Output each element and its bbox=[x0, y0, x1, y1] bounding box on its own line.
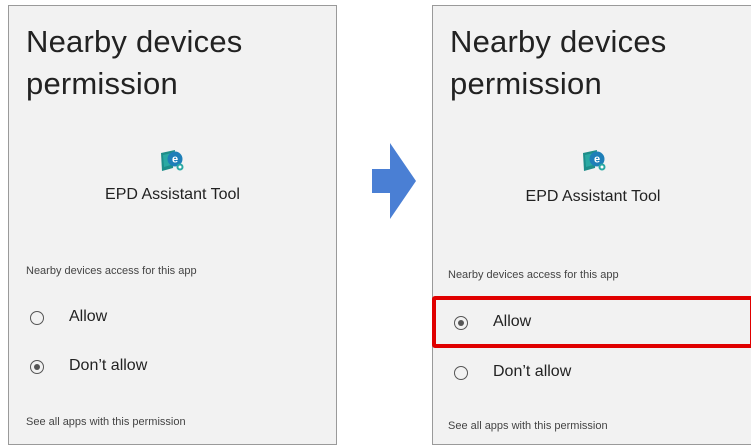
title-line-2: permission bbox=[450, 66, 602, 101]
app-name: EPD Assistant Tool bbox=[525, 188, 661, 205]
section-label: Nearby devices access for this app bbox=[448, 269, 619, 281]
title-line-1: Nearby devices bbox=[26, 24, 243, 59]
right-phone-screen: Nearby devices permission e EPD Assistan… bbox=[432, 5, 751, 445]
option-label-allow: Allow bbox=[69, 308, 108, 325]
see-all-apps-link[interactable]: See all apps with this permission bbox=[26, 416, 186, 428]
radio-button-allow[interactable] bbox=[30, 311, 44, 325]
app-name: EPD Assistant Tool bbox=[105, 186, 240, 203]
left-phone-screen: Nearby devices permission e EPD Assistan… bbox=[8, 5, 337, 445]
app-icon: e bbox=[159, 147, 185, 173]
option-label-dont-allow: Don’t allow bbox=[493, 363, 572, 380]
title-line-1: Nearby devices bbox=[450, 24, 667, 59]
title-line-2: permission bbox=[26, 66, 178, 101]
page-title: Nearby devices permission bbox=[26, 21, 242, 105]
option-dont-allow[interactable]: Don’t allow bbox=[9, 349, 336, 385]
right-arrow-icon bbox=[372, 143, 416, 224]
app-icon-letter: e bbox=[594, 154, 600, 166]
see-all-apps-link[interactable]: See all apps with this permission bbox=[448, 420, 608, 432]
app-icon-letter: e bbox=[172, 154, 178, 166]
radio-button-dont-allow[interactable] bbox=[454, 366, 468, 380]
radio-button-dont-allow[interactable] bbox=[30, 360, 44, 374]
app-icon: e bbox=[581, 147, 607, 173]
option-label-dont-allow: Don’t allow bbox=[69, 357, 148, 374]
option-dont-allow[interactable]: Don’t allow bbox=[433, 355, 751, 391]
option-allow[interactable]: Allow bbox=[9, 300, 336, 336]
allow-option-highlight-box bbox=[432, 296, 751, 348]
section-label: Nearby devices access for this app bbox=[26, 265, 197, 277]
page-title: Nearby devices permission bbox=[450, 21, 666, 105]
